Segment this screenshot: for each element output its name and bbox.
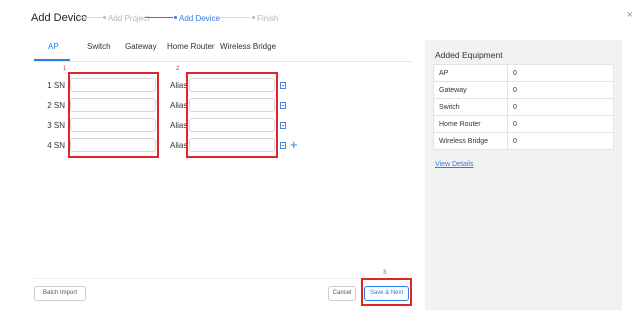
equipment-name: Switch	[433, 98, 508, 116]
step-connector	[145, 17, 173, 18]
tab-home-router[interactable]: Home Router	[167, 42, 215, 51]
close-icon[interactable]: ×	[627, 9, 633, 21]
annotation-box-save	[361, 278, 412, 306]
tab-ap[interactable]: AP	[48, 42, 59, 51]
delete-row-icon[interactable]	[280, 82, 286, 89]
step-add-project: Add Project	[108, 14, 150, 23]
cancel-button[interactable]: Cancel	[328, 286, 356, 301]
table-row: AP 0	[433, 64, 614, 82]
annotation-box-alias	[186, 72, 278, 158]
table-row: Home Router 0	[433, 115, 614, 133]
table-row: Gateway 0	[433, 81, 614, 99]
sn-label-3: 3 SN	[47, 121, 65, 130]
added-equipment-title: Added Equipment	[435, 50, 503, 60]
batch-import-button[interactable]: Batch Import	[34, 286, 86, 301]
equipment-count: 0	[507, 115, 614, 133]
delete-row-icon[interactable]	[280, 122, 286, 129]
table-row: Wireless Bridge 0	[433, 132, 614, 150]
delete-row-icon[interactable]	[280, 102, 286, 109]
sn-label-4: 4 SN	[47, 141, 65, 150]
equipment-name: Gateway	[433, 81, 508, 99]
step-dot-finish	[252, 16, 255, 19]
tab-gateway[interactable]: Gateway	[125, 42, 157, 51]
tab-switch[interactable]: Switch	[87, 42, 111, 51]
step-add-device: Add Device	[179, 14, 220, 23]
annotation-marker-1: 1	[63, 66, 67, 72]
view-details-link[interactable]: View Details	[435, 161, 473, 168]
tab-divider	[34, 61, 412, 62]
sn-label-1: 1 SN	[47, 81, 65, 90]
delete-row-icon[interactable]	[280, 142, 286, 149]
step-connector	[77, 17, 103, 18]
alias-label-4: Alias	[170, 141, 188, 150]
added-equipment-table: AP 0 Gateway 0 Switch 0 Home Router 0 Wi…	[433, 64, 614, 150]
equipment-count: 0	[507, 98, 614, 116]
equipment-count: 0	[507, 132, 614, 150]
equipment-name: Wireless Bridge	[433, 132, 508, 150]
annotation-marker-3: 3	[383, 270, 387, 276]
add-row-icon[interactable]: +	[290, 138, 298, 151]
annotation-box-sn	[68, 72, 159, 158]
equipment-count: 0	[507, 64, 614, 82]
equipment-count: 0	[507, 81, 614, 99]
step-connector	[220, 17, 250, 18]
tab-wireless-bridge[interactable]: Wireless Bridge	[220, 42, 276, 51]
step-dot-add-device	[174, 16, 177, 19]
equipment-name: AP	[433, 64, 508, 82]
alias-label-3: Alias	[170, 121, 188, 130]
footer-divider	[34, 278, 412, 279]
step-dot-add-project	[103, 16, 106, 19]
sn-label-2: 2 SN	[47, 101, 65, 110]
dialog-title: Add Device	[31, 12, 88, 24]
alias-label-1: Alias	[170, 81, 188, 90]
annotation-marker-2: 2	[176, 66, 180, 72]
equipment-name: Home Router	[433, 115, 508, 133]
step-finish: Finish	[257, 14, 279, 23]
alias-label-2: Alias	[170, 101, 188, 110]
table-row: Switch 0	[433, 98, 614, 116]
